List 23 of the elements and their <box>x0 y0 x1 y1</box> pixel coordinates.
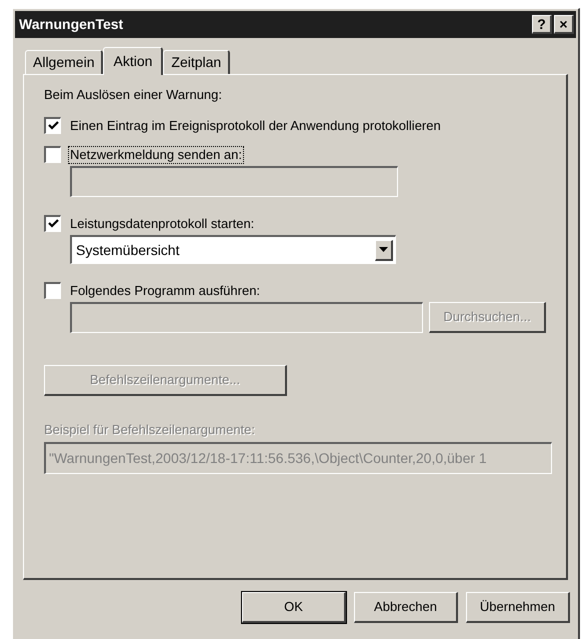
checkbox-label: Einen Eintrag im Ereignisprotokoll der Anwendung protokollieren <box>69 118 442 134</box>
dialog-button[interactable]: Übernehmen <box>466 592 570 623</box>
help-button[interactable]: ? <box>532 15 552 34</box>
window-title: WarnungenTest <box>19 15 124 34</box>
close-button[interactable]: × <box>554 15 574 34</box>
checkbox[interactable] <box>44 215 61 232</box>
section-heading: Beim Auslösen einer Warnung: <box>44 87 224 103</box>
checkbox-label: Folgendes Programm ausführen: <box>69 282 262 298</box>
checkbox-label: Leistungsdatenprotokoll starten: <box>69 216 256 232</box>
checkbox[interactable] <box>44 282 61 299</box>
tab[interactable]: Zeitplan <box>163 50 230 74</box>
tab[interactable]: Aktion <box>103 47 164 75</box>
dialog-button[interactable]: OK <box>242 592 346 623</box>
tab[interactable]: Allgemein <box>25 50 104 74</box>
checkbox[interactable] <box>44 117 61 134</box>
check-icon <box>48 219 58 229</box>
example-label: Beispiel für Befehlszeilenargumente: <box>44 422 256 438</box>
dialog-button[interactable]: Abbrechen <box>354 592 458 623</box>
checkbox[interactable] <box>44 146 61 163</box>
dropdown[interactable]: Systemübersicht <box>70 235 396 264</box>
check-icon <box>48 121 58 131</box>
checkbox-label: Netzwerkmeldung senden an: <box>69 146 243 162</box>
example-field: "WarnungenTest,2003/12/18-17:11:56.536,\Object\Counter,20,0,über 1 <box>44 442 552 474</box>
